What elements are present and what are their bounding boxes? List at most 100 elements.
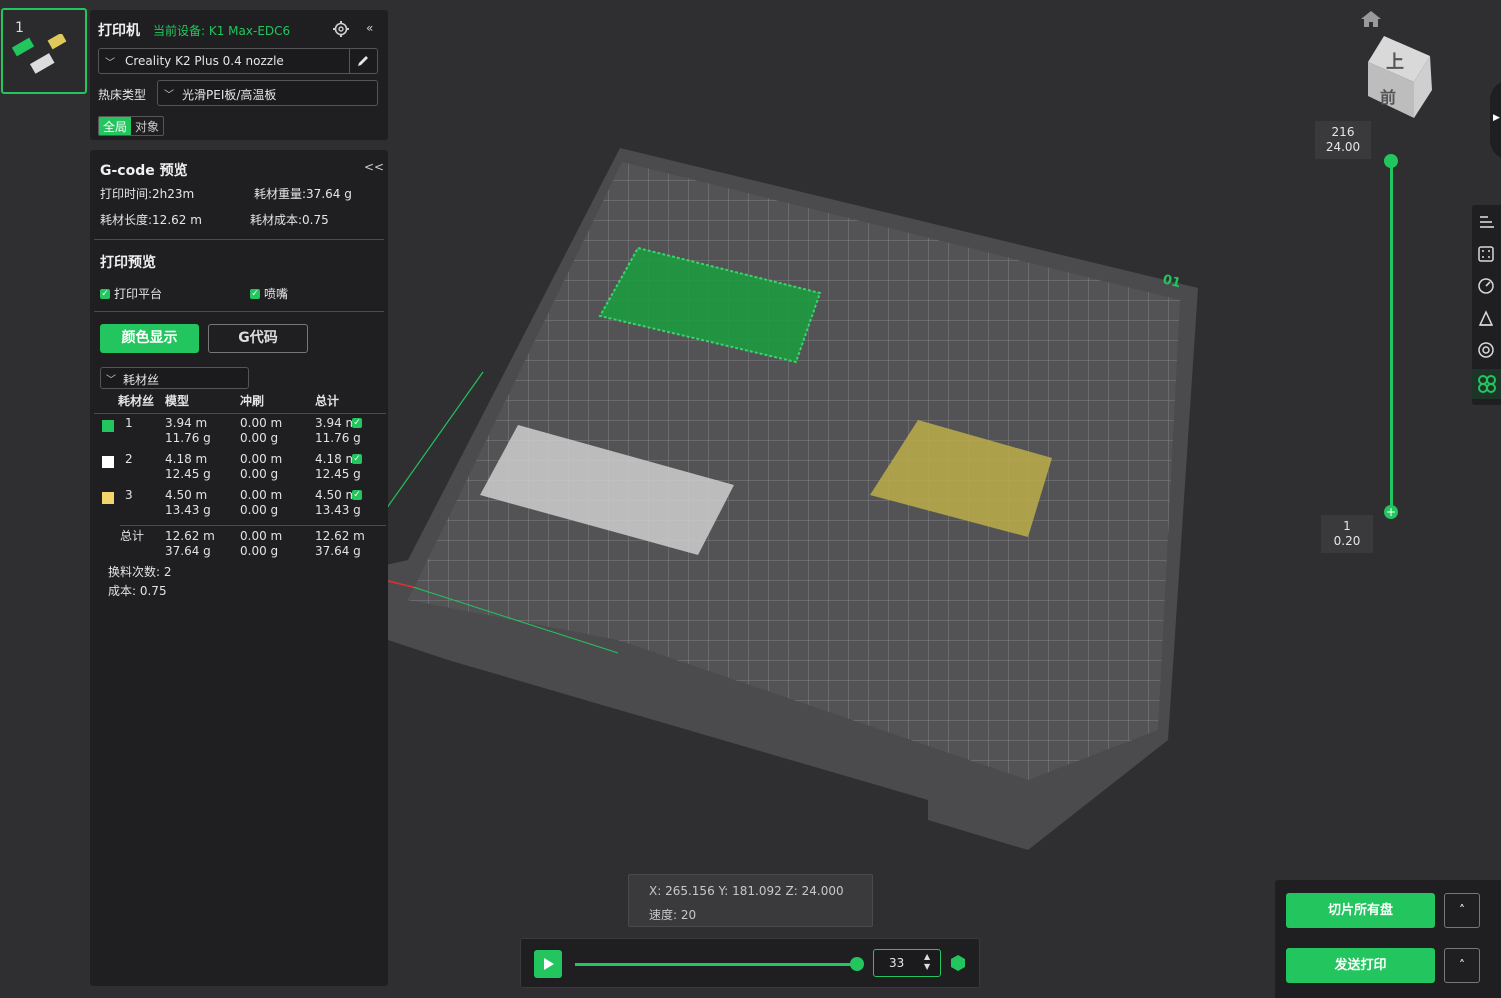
model-weight: 12.45 g [165, 467, 211, 481]
send-print-button[interactable]: 发送打印 [1286, 948, 1435, 983]
playback-fill [575, 963, 857, 966]
playback-bar: 33 ▲ ▼ [520, 938, 980, 988]
view-mode-select[interactable]: ﹀ 耗材丝 [100, 367, 249, 389]
printer-preset-value: Creality K2 Plus 0.4 nozzle [125, 54, 284, 68]
visibility-checkbox-icon[interactable]: ✓ [352, 490, 362, 500]
total-length: 4.18 m [315, 452, 358, 466]
col-header-total: 总计 [315, 394, 340, 408]
sum-total-g: 37.64 g [315, 544, 361, 558]
flush-weight: 0.00 g [240, 503, 279, 517]
support-paint-icon[interactable] [1473, 305, 1499, 331]
layer-top-tag: 216 24.00 [1315, 121, 1371, 159]
option-plate[interactable]: ✓ 打印平台 [100, 285, 162, 302]
plate-thumbnail-preview-icon [11, 34, 67, 74]
filament-color-swatch[interactable] [102, 420, 114, 432]
view-mode-value: 耗材丝 [123, 373, 160, 387]
divider [120, 525, 386, 526]
divider [94, 239, 384, 240]
col-header-filament: 耗材丝 [118, 394, 155, 408]
move-step-value: 33 [889, 956, 905, 970]
slice-options-button[interactable]: ˄ [1444, 893, 1480, 928]
collapse-gcode-icon[interactable]: << [364, 160, 384, 174]
speed-text: 速度: 20 [649, 908, 697, 922]
print-time: 打印时间:2h23m [100, 187, 195, 201]
bed-type-select[interactable]: ﹀ 光滑PEI板/高温板 [157, 80, 378, 106]
model-weight: 13.43 g [165, 503, 211, 517]
right-toolbar [1472, 205, 1501, 405]
speedometer-icon[interactable] [1473, 273, 1499, 299]
home-icon[interactable] [1360, 10, 1382, 28]
plate-thumbnail[interactable]: 1 [1, 8, 87, 94]
move-step-stepper[interactable]: 33 ▲ ▼ [873, 949, 941, 977]
settings-hex-icon[interactable] [949, 954, 967, 972]
checkbox-checked-icon[interactable]: ✓ [100, 288, 110, 299]
layer-slider-bottom-handle[interactable]: + [1384, 505, 1398, 519]
option-plate-label: 打印平台 [114, 287, 163, 301]
layers-list-icon[interactable] [1473, 209, 1499, 235]
grid-box-icon[interactable] [1473, 241, 1499, 267]
layer-slider-top-handle[interactable] [1384, 154, 1398, 168]
printer-panel: 打印机 当前设备: K1 Max-EDC6 « ﹀ Creality K2 Pl… [90, 10, 388, 140]
playback-handle[interactable] [850, 957, 864, 971]
scope-object-tab[interactable]: 对象 [131, 117, 163, 135]
coordinate-readout: X: 265.156 Y: 181.092 Z: 24.000 速度: 20 [628, 874, 873, 927]
filament-color-swatch[interactable] [102, 492, 114, 504]
layer-bottom-height: 0.20 [1333, 534, 1361, 548]
filament-id: 2 [125, 452, 133, 466]
cube-top-label: 上 [1386, 52, 1404, 73]
gear-icon[interactable] [332, 20, 350, 38]
printer-title: 打印机 [98, 23, 140, 39]
color-display-button[interactable]: 颜色显示 [100, 324, 199, 353]
cube-front-label: 前 [1380, 88, 1397, 107]
gcode-preview-panel: G-code 预览 << 打印时间:2h23m 耗材重量:37.64 g 耗材长… [90, 150, 388, 986]
col-header-flush: 冲刷 [240, 394, 265, 408]
play-icon [544, 958, 554, 970]
edit-pencil-icon[interactable] [356, 54, 370, 68]
playback-track[interactable] [575, 963, 857, 966]
option-nozzle[interactable]: ✓ 喷嘴 [250, 285, 288, 302]
color-paint-icon[interactable] [1472, 369, 1501, 399]
filament-color-swatch[interactable] [102, 456, 114, 468]
view-cube[interactable]: 上 前 [1366, 36, 1434, 118]
filament-row: 3 4.50 m 13.43 g 0.00 m 0.00 g 4.50 m 13.43 g ✓ [90, 488, 388, 522]
gcode-button[interactable]: G代码 [208, 324, 308, 353]
col-header-model: 模型 [165, 394, 190, 408]
sum-model-g: 37.64 g [165, 544, 211, 558]
filament-row: 1 3.94 m 11.76 g 0.00 m 0.00 g 3.94 m 11.76 g ✓ [90, 416, 388, 450]
print-options-button[interactable]: ˄ [1444, 948, 1480, 983]
sum-flush-g: 0.00 g [240, 544, 279, 558]
total-weight: 12.45 g [315, 467, 361, 481]
layer-slider-track[interactable] [1390, 160, 1393, 512]
total-weight: 13.43 g [315, 503, 361, 517]
chevron-right-icon: ▶ [1493, 113, 1500, 123]
slice-all-button[interactable]: 切片所有盘 [1286, 893, 1435, 928]
stepper-arrows-icon[interactable]: ▲ ▼ [924, 952, 930, 972]
divider [94, 413, 386, 414]
play-button[interactable] [534, 950, 562, 978]
flush-weight: 0.00 g [240, 467, 279, 481]
chevron-down-icon: ﹀ [164, 90, 174, 101]
filament-changes: 换料次数: 2 [108, 565, 172, 579]
filament-length: 耗材长度:12.62 m [100, 213, 202, 227]
filament-id: 1 [125, 416, 133, 430]
sum-label: 总计 [120, 529, 145, 543]
checkbox-checked-icon[interactable]: ✓ [250, 288, 260, 299]
total-weight: 11.76 g [315, 431, 361, 445]
scope-global-tab[interactable]: 全局 [99, 117, 132, 135]
visibility-checkbox-icon[interactable]: ✓ [352, 454, 362, 464]
build-plate-viewport[interactable]: 01 [388, 140, 1218, 860]
bed-type-label: 热床类型 [98, 88, 147, 102]
visibility-checkbox-icon[interactable]: ✓ [352, 418, 362, 428]
side-expander[interactable]: ▶ [1490, 80, 1501, 160]
printer-preset-select[interactable]: ﹀ Creality K2 Plus 0.4 nozzle [98, 48, 378, 74]
total-length: 4.50 m [315, 488, 358, 502]
divider [94, 311, 384, 312]
collapse-printer-icon[interactable]: « [366, 21, 373, 35]
model-length: 4.50 m [165, 488, 208, 502]
chevron-down-icon: ﹀ [105, 58, 115, 69]
action-panel: 切片所有盘 ˄ 发送打印 ˄ [1275, 880, 1501, 998]
seam-target-icon[interactable] [1473, 337, 1499, 363]
filament-weight: 耗材重量:37.64 g [254, 187, 352, 201]
sum-flush-m: 0.00 m [240, 529, 283, 543]
current-device[interactable]: 当前设备: K1 Max-EDC6 [153, 22, 290, 39]
